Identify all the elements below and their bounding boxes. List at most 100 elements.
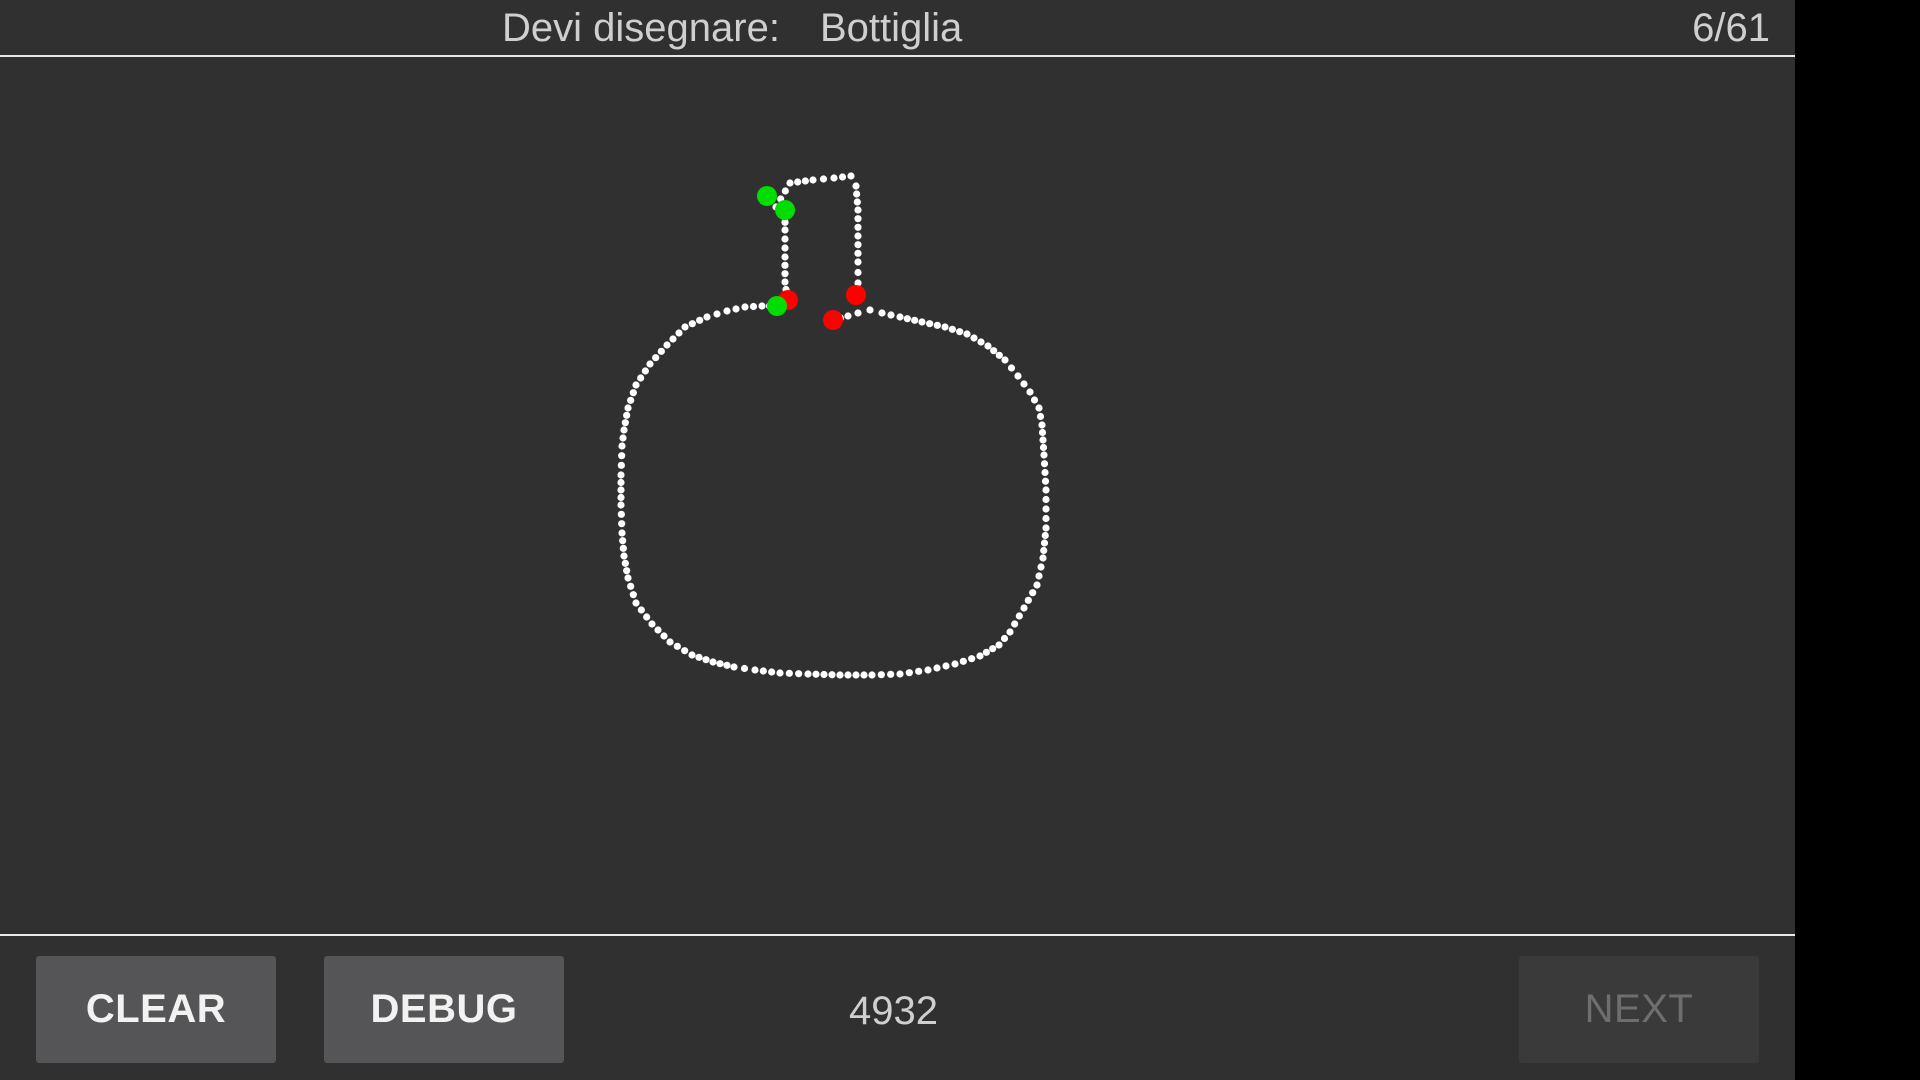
stroke-start-marker [767, 296, 787, 316]
stroke-dot [1033, 581, 1041, 589]
stroke-dot [1036, 412, 1045, 421]
stroke-dot [1026, 388, 1034, 396]
stroke-dot [681, 323, 689, 331]
stroke-dot [854, 258, 862, 266]
stroke-dot [1040, 539, 1049, 547]
stroke-dot [1035, 572, 1043, 580]
stroke-dot [703, 313, 711, 321]
stroke-dot [1014, 372, 1022, 380]
prompt-label: Devi disegnare: [502, 6, 780, 50]
stroke-dot [688, 320, 696, 328]
stroke-dot [702, 656, 710, 664]
stroke-dot [982, 648, 990, 656]
stroke-dot [688, 651, 696, 659]
stroke-dot [941, 323, 949, 331]
stroke-dot [948, 325, 956, 333]
stroke-dot [617, 471, 625, 479]
stroke-dot [617, 461, 625, 469]
stroke-start-marker [757, 186, 777, 206]
stroke-dot [629, 591, 637, 599]
stroke-dot [990, 347, 998, 355]
stroke-dot [620, 552, 628, 560]
stroke-dot [918, 318, 926, 326]
stroke-dot [844, 671, 852, 679]
footer-bar: CLEAR DEBUG 4932 NEXT [0, 934, 1795, 1080]
stroke-dot [741, 303, 749, 311]
stroke-dot [951, 660, 959, 668]
stroke-dot [1024, 596, 1032, 604]
stroke-dot [723, 661, 731, 669]
stroke-dot [695, 653, 703, 661]
stroke-dot [627, 582, 635, 590]
stroke-dot [866, 306, 874, 314]
prompt-word: Bottiglia [820, 6, 963, 50]
stroke-dot [1040, 546, 1048, 555]
stroke-dot [977, 338, 985, 346]
stroke-dot [786, 179, 794, 187]
stroke-dot [1029, 589, 1037, 597]
stroke-dot [956, 328, 964, 336]
clear-button[interactable]: CLEAR [36, 956, 276, 1063]
stroke-dot [740, 664, 749, 673]
stroke-dot [1037, 563, 1045, 571]
stroke-dot [836, 671, 844, 679]
stroke-dot [887, 670, 895, 678]
stroke-dot [618, 520, 626, 528]
stroke-dot [1039, 554, 1047, 562]
stroke-dot [1007, 364, 1016, 372]
stroke-dot [905, 669, 913, 677]
stroke-dot [911, 316, 919, 324]
score-value: 4932 [849, 989, 938, 1033]
stroke-dot [854, 206, 862, 214]
stroke-dot [730, 663, 738, 671]
drawing-canvas[interactable] [0, 58, 1795, 934]
stroke-dot [637, 606, 645, 614]
stroke-dot [1015, 612, 1023, 620]
stroke-dot [618, 442, 626, 450]
stroke-dot [1042, 514, 1050, 523]
stroke-dot [926, 320, 934, 328]
stroke-dot [627, 396, 635, 404]
stroke-dot [963, 330, 971, 338]
stroke-dot [624, 404, 632, 412]
stroke-dot [637, 374, 645, 382]
stroke-dot [646, 360, 654, 368]
stroke-dot [768, 668, 776, 676]
stroke-dot [758, 302, 766, 310]
stroke-dot [776, 669, 784, 677]
stroke-dot [1020, 380, 1028, 388]
stroke-dot [624, 574, 632, 582]
stroke-dot [781, 226, 789, 234]
debug-button[interactable]: DEBUG [324, 956, 564, 1063]
stroke-dot [853, 198, 861, 206]
stroke-dot [903, 315, 911, 323]
stroke-dot [781, 253, 789, 261]
stroke-dot [681, 647, 689, 655]
stroke-start-marker [775, 200, 795, 220]
stroke-dot [632, 599, 640, 607]
stroke-dot [854, 268, 862, 277]
stroke-dot [801, 177, 809, 185]
stroke-dot [1035, 404, 1043, 412]
stroke-dot [1039, 436, 1047, 444]
progress-counter: 6/61 [1692, 6, 1770, 50]
stroke-dot [1041, 477, 1050, 485]
stroke-dot [713, 310, 721, 318]
stroke-end-marker [846, 285, 866, 305]
stroke-dot [989, 645, 997, 653]
stroke-dot [657, 347, 665, 355]
stroke-dot [1030, 396, 1039, 404]
stroke-dot [1039, 443, 1048, 452]
stroke-dot [621, 419, 629, 427]
stroke-dot [1011, 620, 1019, 628]
stroke-dot [968, 655, 976, 663]
stroke-dot [854, 232, 862, 240]
next-button[interactable]: NEXT [1519, 956, 1759, 1063]
stroke-dot [809, 176, 817, 184]
stroke-dot [666, 638, 674, 646]
stroke-dot [749, 302, 758, 311]
stroke-dot [623, 411, 631, 419]
stroke-dot [995, 351, 1003, 359]
stroke-dot [781, 187, 789, 195]
stroke-dot [618, 529, 626, 537]
